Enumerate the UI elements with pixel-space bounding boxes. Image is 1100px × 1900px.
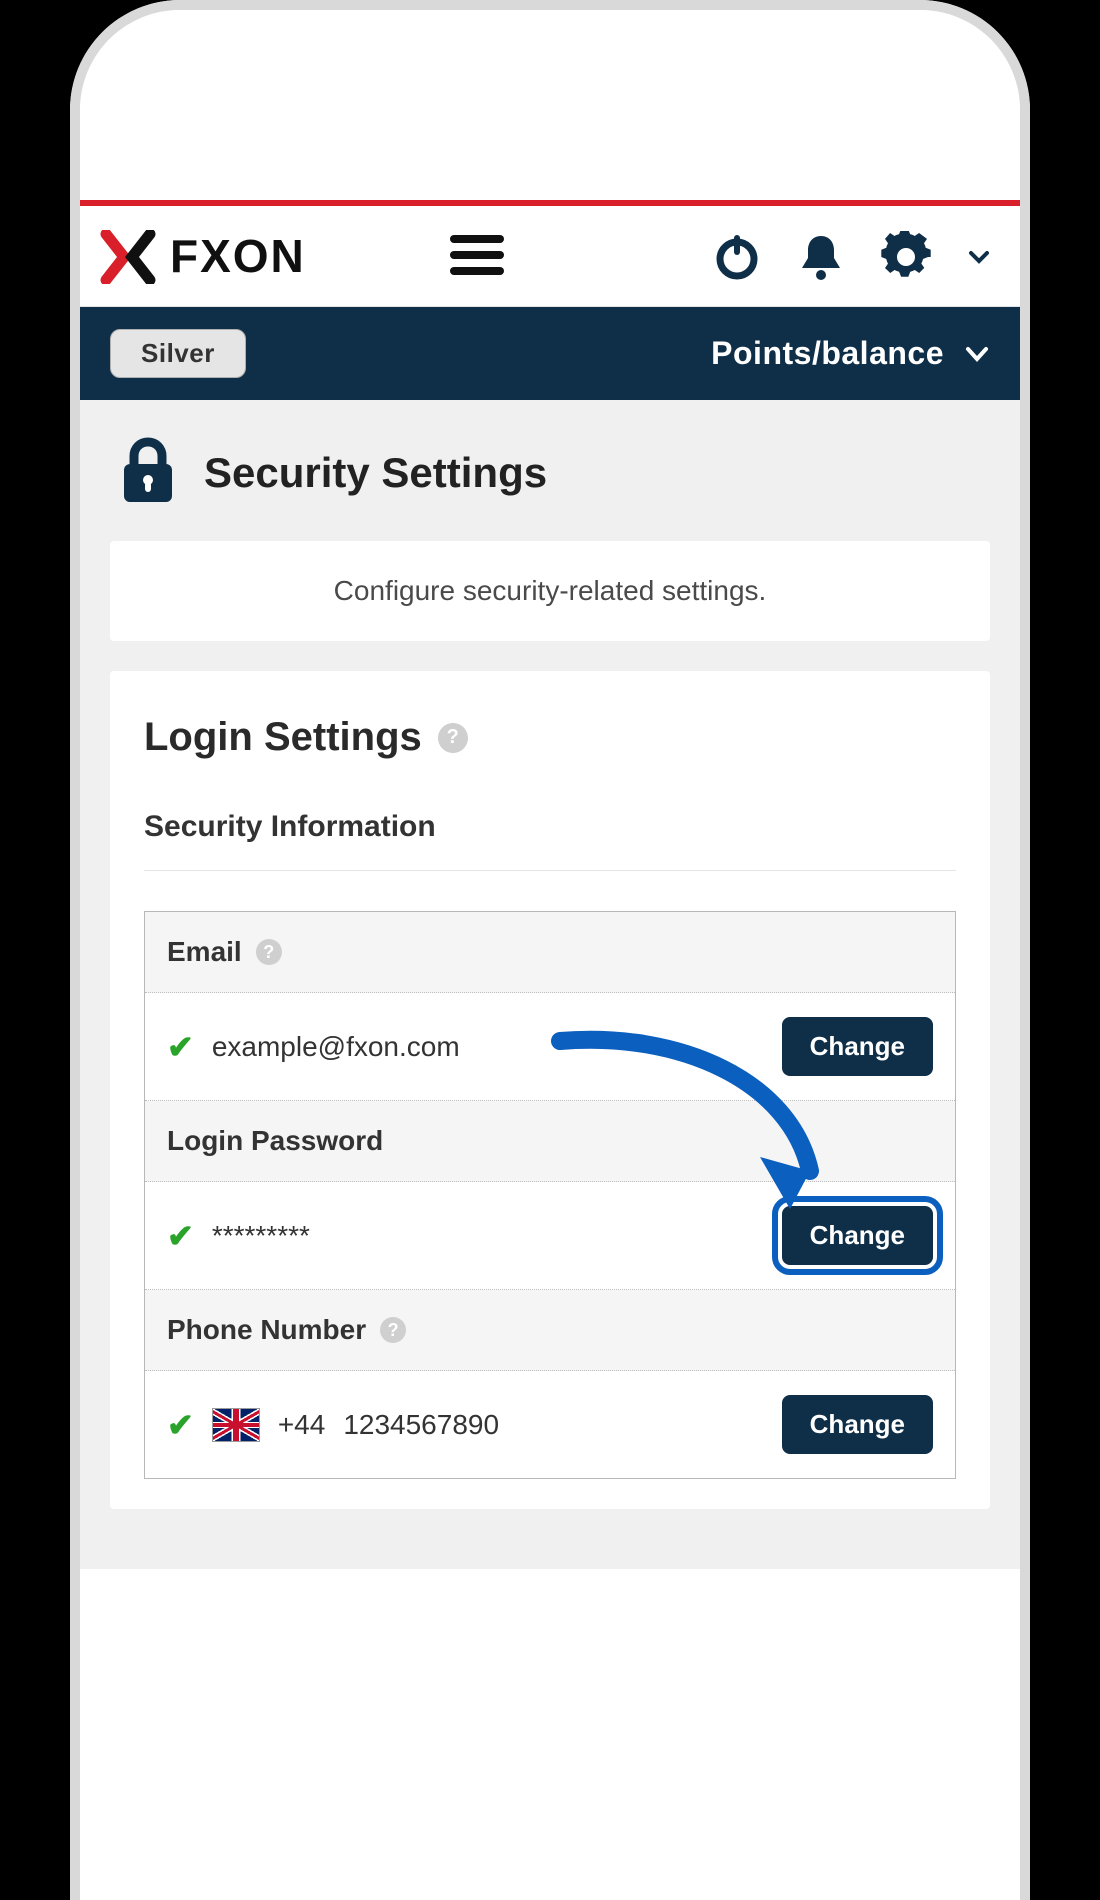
help-icon[interactable]: ?: [438, 723, 468, 753]
email-value: example@fxon.com: [212, 1031, 764, 1063]
check-icon: ✔: [167, 1028, 194, 1066]
divider: [144, 870, 956, 871]
power-icon[interactable]: [712, 232, 762, 282]
login-settings-heading-label: Login Settings: [144, 715, 422, 760]
password-label: Login Password: [167, 1125, 383, 1157]
help-icon[interactable]: ?: [380, 1317, 406, 1343]
email-label: Email: [167, 936, 242, 968]
security-info-subheading: Security Information: [144, 810, 956, 844]
password-value-row: ✔ ********* Change: [145, 1182, 955, 1290]
page-body: Security Settings Configure security-rel…: [80, 400, 1020, 1569]
top-bar: FXON: [80, 206, 1020, 307]
brand-logo-mark-icon: [100, 230, 156, 284]
menu-icon[interactable]: [450, 233, 504, 282]
phone-label: Phone Number: [167, 1314, 366, 1346]
password-label-row: Login Password: [145, 1101, 955, 1182]
chevron-down-icon: [964, 341, 990, 367]
tier-bar: Silver Points/balance: [80, 307, 1020, 400]
check-icon: ✔: [167, 1406, 194, 1444]
check-icon: ✔: [167, 1217, 194, 1255]
phone-country-code: +44: [278, 1409, 326, 1441]
email-label-row: Email ?: [145, 912, 955, 993]
gear-icon[interactable]: [880, 231, 932, 283]
login-settings-card: Login Settings ? Security Information Em…: [110, 671, 990, 1509]
phone-number: 1234567890: [343, 1409, 763, 1441]
lock-icon: [120, 434, 176, 511]
brand-logo[interactable]: FXON: [100, 230, 410, 284]
password-value: *********: [212, 1220, 764, 1252]
phone-frame: FXON: [70, 0, 1030, 1900]
email-value-row: ✔ example@fxon.com Change: [145, 993, 955, 1101]
tier-chip: Silver: [110, 329, 246, 378]
points-balance-dropdown[interactable]: Points/balance: [711, 335, 990, 372]
phone-label-row: Phone Number ?: [145, 1290, 955, 1371]
app-screen: FXON: [80, 10, 1020, 1900]
change-email-button[interactable]: Change: [782, 1017, 933, 1076]
help-icon[interactable]: ?: [256, 939, 282, 965]
page-intro: Configure security-related settings.: [110, 541, 990, 641]
security-info-table: Email ? ✔ example@fxon.com Change Login …: [144, 911, 956, 1479]
login-settings-heading: Login Settings ?: [144, 715, 956, 760]
page-header: Security Settings: [80, 400, 1020, 541]
brand-logo-type-icon: FXON: [170, 232, 410, 282]
svg-text:FXON: FXON: [170, 232, 306, 282]
points-balance-label: Points/balance: [711, 335, 944, 372]
change-phone-button[interactable]: Change: [782, 1395, 933, 1454]
phone-value-row: ✔ +44 1234567890 Change: [145, 1371, 955, 1478]
change-password-button[interactable]: Change: [782, 1206, 933, 1265]
top-bar-actions: [712, 231, 990, 283]
page-title: Security Settings: [204, 449, 547, 497]
flag-uk-icon: [212, 1408, 260, 1442]
bell-icon[interactable]: [798, 232, 844, 282]
chevron-down-icon[interactable]: [968, 246, 990, 268]
